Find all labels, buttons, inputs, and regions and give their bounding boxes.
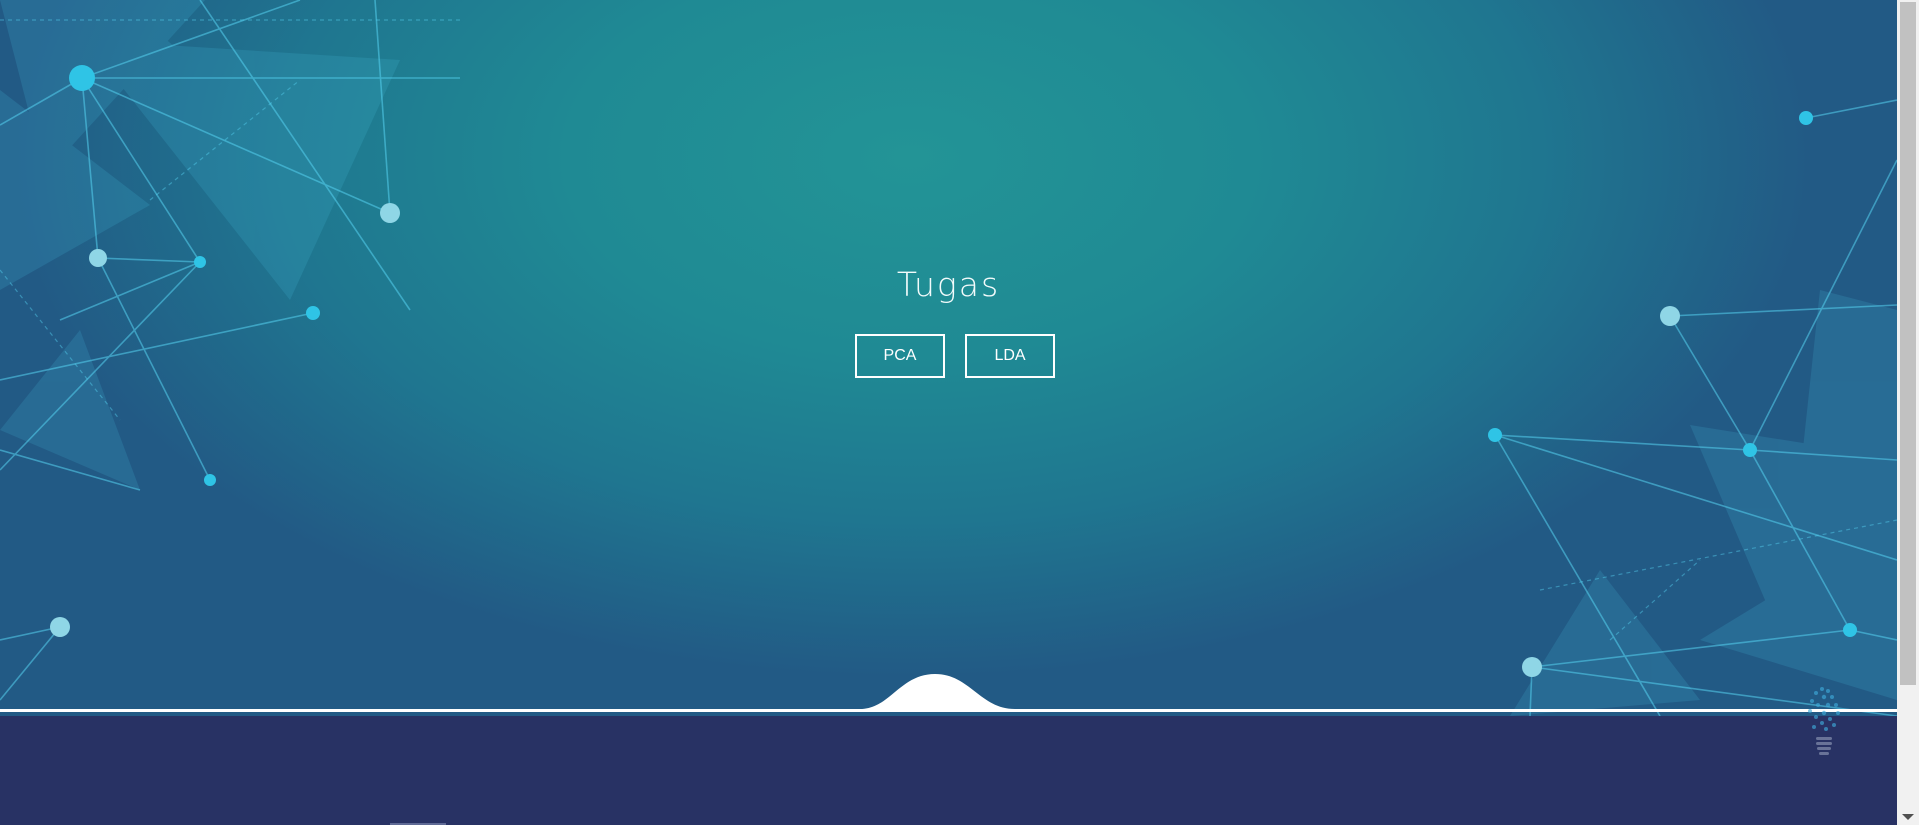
lightbulb-logo-icon (1808, 687, 1840, 755)
scrollbar-thumb[interactable] (1900, 2, 1916, 685)
hero-section: Tugas PCA LDA (0, 0, 1897, 716)
footer (0, 719, 1897, 825)
page: Tugas PCA LDA (0, 0, 1919, 825)
hero-content: Tugas PCA LDA (0, 265, 1897, 378)
hero-wave-divider (0, 674, 1897, 712)
hero-button-row: PCA LDA (0, 334, 1897, 378)
pca-button[interactable]: PCA (855, 334, 945, 378)
vertical-scrollbar[interactable] (1897, 0, 1919, 825)
scroll-down-arrow-icon[interactable] (1902, 814, 1914, 820)
lda-button[interactable]: LDA (965, 334, 1055, 378)
hero-title: Tugas (896, 265, 1001, 304)
